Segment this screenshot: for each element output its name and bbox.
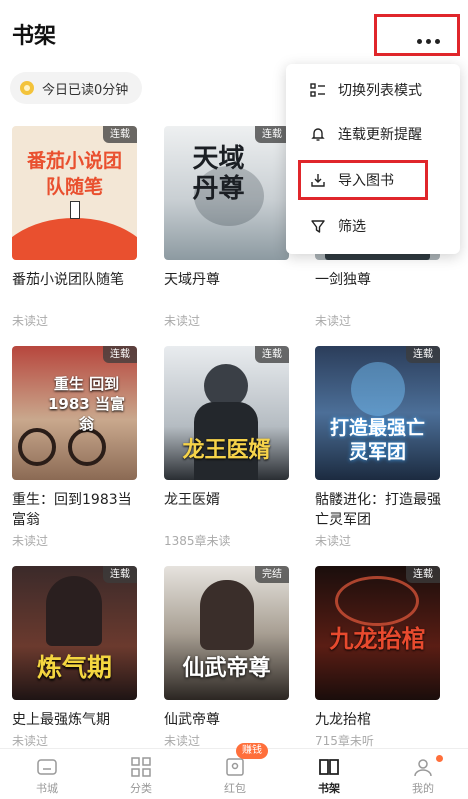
status-badge: 连载 — [255, 346, 289, 363]
status-badge: 连载 — [103, 566, 137, 583]
tab-bookshelf[interactable]: 书架 — [282, 749, 376, 799]
grid-icon — [130, 757, 152, 777]
menu-item-filter[interactable]: 筛选 — [286, 208, 460, 244]
book-status: 未读过 — [12, 314, 49, 328]
cover-title: 重生 回到1983 当富翁 — [48, 375, 125, 433]
bottom-tab-bar: 书城 分类 赚钱 红包 书架 我的 — [0, 743, 468, 799]
home-icon — [36, 757, 58, 777]
menu-item-label: 筛选 — [338, 219, 366, 235]
tab-label: 我的 — [412, 782, 434, 795]
book-status: 未读过 — [315, 534, 352, 548]
book-cover[interactable]: 九龙抬棺 连载 — [315, 566, 440, 700]
book-title: 天域丹尊 — [164, 272, 220, 288]
cover-title: 番茄小说团队随笔 — [26, 150, 122, 198]
book-title: 九龙抬棺 — [315, 712, 371, 728]
book-status: 1385章未读 — [164, 534, 231, 548]
book-status: 未读过 — [12, 534, 49, 548]
tab-label: 书城 — [36, 782, 58, 795]
tab-label: 书架 — [318, 782, 340, 795]
menu-item-list-mode[interactable]: 切换列表模式 — [286, 72, 460, 108]
book-status: 未读过 — [164, 734, 201, 748]
menu-item-update-reminder[interactable]: 连载更新提醒 — [286, 116, 460, 152]
cover-title: 龙王医婿 — [182, 438, 271, 463]
tab-bookstore[interactable]: 书城 — [0, 749, 94, 799]
tab-category[interactable]: 分类 — [94, 749, 188, 799]
book-status: 未读过 — [12, 734, 49, 748]
status-badge: 连载 — [103, 126, 137, 143]
book-status: 未读过 — [164, 314, 201, 328]
book-status: 715章未听 — [315, 734, 374, 748]
cover-title: 九龙抬棺 — [329, 625, 426, 653]
cover-title: 仙武帝尊 — [182, 656, 271, 681]
bell-icon — [310, 126, 326, 142]
status-badge: 连载 — [103, 346, 137, 363]
cover-title: 天域丹尊 — [192, 144, 245, 204]
book-title: 骷髅进化：打造最强亡灵军团 — [315, 492, 441, 528]
earn-badge: 赚钱 — [236, 743, 268, 759]
reading-time-text: 今日已读0分钟 — [42, 82, 129, 98]
more-button[interactable] — [374, 14, 460, 56]
book-title: 龙王医婿 — [164, 492, 220, 508]
status-badge: 完结 — [255, 566, 289, 583]
status-badge: 连载 — [406, 566, 440, 583]
book-title: 番茄小说团队随笔 — [12, 272, 124, 288]
header: 书架 — [0, 0, 468, 68]
status-badge: 连载 — [406, 346, 440, 363]
book-title: 一剑独尊 — [315, 272, 371, 288]
book-cover[interactable]: 打造最强亡灵军团 连载 — [315, 346, 440, 480]
book-cover[interactable]: 天域丹尊 连载 — [164, 126, 289, 260]
tab-label: 红包 — [224, 782, 246, 795]
import-highlight-box — [298, 160, 428, 200]
menu-item-label: 连载更新提醒 — [338, 127, 422, 143]
filter-icon — [310, 218, 326, 234]
menu-item-label: 切换列表模式 — [338, 83, 422, 99]
clock-icon — [20, 81, 34, 95]
book-cover[interactable]: 番茄小说团队随笔 连载 — [12, 126, 137, 260]
book-title: 重生：回到1983当富翁 — [12, 492, 132, 528]
tab-profile[interactable]: 我的 — [376, 749, 468, 799]
cover-title: 炼气期 — [36, 653, 112, 682]
status-badge: 连载 — [255, 126, 289, 143]
book-cover[interactable]: 炼气期 连载 — [12, 566, 137, 700]
book-title: 史上最强炼气期 — [12, 712, 110, 728]
red-packet-icon — [224, 757, 246, 777]
user-icon — [412, 757, 434, 777]
book-cover[interactable]: 仙武帝尊 完结 — [164, 566, 289, 700]
book-cover[interactable]: 龙王医婿 连载 — [164, 346, 289, 480]
page-title: 书架 — [12, 24, 57, 49]
more-menu: 切换列表模式 连载更新提醒 导入图书 筛选 — [286, 64, 460, 254]
tab-label: 分类 — [130, 782, 152, 795]
tab-red-packet[interactable]: 赚钱 红包 — [188, 743, 282, 799]
bookshelf-icon — [318, 757, 340, 777]
book-title: 仙武帝尊 — [164, 712, 220, 728]
book-cover[interactable]: 重生 回到1983 当富翁 连载 — [12, 346, 137, 480]
cover-title: 打造最强亡灵军团 — [329, 417, 425, 463]
reading-time-pill[interactable]: 今日已读0分钟 — [10, 72, 143, 104]
book-status: 未读过 — [315, 314, 352, 328]
list-mode-icon — [310, 82, 326, 98]
notification-dot — [436, 755, 443, 762]
more-horizontal-icon — [417, 39, 441, 44]
